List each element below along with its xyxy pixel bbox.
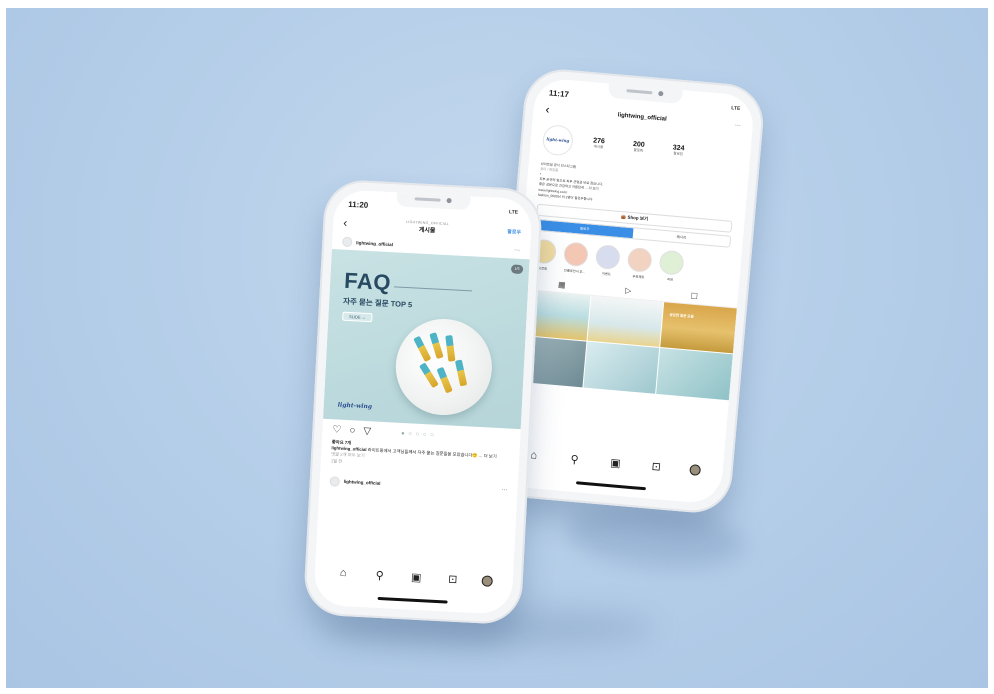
- bottom-tab-bar: ⌂ ⚲ ▣ ⊡: [502, 439, 724, 485]
- grid-post[interactable]: [656, 348, 733, 400]
- product-plate: [393, 316, 495, 418]
- faq-subheadline: 자주 묻는 질문 TOP 5: [342, 296, 413, 310]
- highlight-cover: [563, 241, 590, 268]
- grid-post[interactable]: [587, 295, 664, 348]
- back-arrow-icon[interactable]: ‹: [545, 102, 550, 116]
- divider: [393, 286, 472, 292]
- product-mockup-scene: 11:17 LTE ‹ lightwing_official ··· light…: [6, 8, 988, 688]
- carousel-pager: ● ○ ○ ○ ○: [400, 430, 435, 439]
- stat-following-label: 팔로잉: [673, 151, 684, 157]
- stat-posts[interactable]: 276 게시물: [584, 137, 613, 151]
- profile-avatar[interactable]: light-wing: [541, 124, 575, 157]
- ampoule-bottle: [429, 332, 444, 360]
- brand-logo: light-wing: [337, 401, 373, 411]
- shop-icon[interactable]: ⊡: [648, 459, 665, 473]
- highlight-cover: [594, 243, 621, 270]
- highlight-cover: [658, 249, 685, 276]
- home-indicator: [575, 481, 646, 491]
- grid-post-text: 궁금한 질문 모음: [669, 312, 695, 319]
- back-phone-screen: 11:17 LTE ‹ lightwing_official ··· light…: [500, 77, 756, 505]
- highlight-item[interactable]: 이벤트: [593, 243, 622, 277]
- post-nav-titles: LIGHTWING_OFFICIAL 게시물: [405, 219, 449, 234]
- share-icon[interactable]: ▽: [363, 426, 371, 437]
- grid-icon[interactable]: ▦: [558, 280, 566, 290]
- profile-tab-avatar[interactable]: [481, 574, 493, 587]
- highlight-item[interactable]: 무료체험: [625, 246, 654, 280]
- status-time: 11:17: [548, 87, 570, 99]
- highlight-label: 이벤트: [601, 271, 611, 277]
- highlight-item[interactable]: 리뷰: [657, 249, 686, 282]
- reels-icon[interactable]: ▣: [607, 455, 624, 470]
- ampoule-bottle: [419, 362, 439, 389]
- faq-headline: FAQ: [343, 267, 392, 296]
- reels-icon[interactable]: ▷: [625, 286, 632, 296]
- heart-icon[interactable]: ♡: [332, 424, 342, 435]
- more-icon[interactable]: ···: [735, 123, 742, 130]
- post-grid: 궁금한 질문 모음: [509, 289, 737, 400]
- post-avatar[interactable]: [342, 236, 353, 248]
- follow-button[interactable]: 팔로우: [507, 228, 521, 236]
- reels-icon[interactable]: ▣: [408, 570, 425, 584]
- front-phone: 11:20 LTE ‹ LIGHTWING_OFFICIAL 게시물 팔로우 l…: [302, 178, 544, 626]
- back-phone-shadow: [563, 500, 749, 576]
- post-avatar[interactable]: [329, 476, 340, 487]
- ampoule-bottle: [445, 335, 456, 362]
- highlight-cover: [626, 246, 653, 273]
- search-icon[interactable]: ⚲: [371, 568, 388, 582]
- signal-indicator: LTE: [730, 105, 741, 113]
- shop-icon[interactable]: ⊡: [445, 572, 462, 586]
- post-username[interactable]: lightwing_official: [344, 479, 498, 492]
- ampoule-bottle: [413, 335, 432, 363]
- grid-post[interactable]: [583, 341, 660, 394]
- stat-posts-label: 게시물: [593, 144, 604, 150]
- highlight-item[interactable]: 인플루언서 후...: [561, 241, 590, 274]
- grid-post[interactable]: 궁금한 질문 모음: [660, 301, 737, 354]
- more-icon[interactable]: ···: [501, 487, 507, 493]
- profile-tab-avatar[interactable]: [688, 463, 701, 476]
- comment-icon[interactable]: ○: [349, 425, 356, 436]
- search-icon[interactable]: ⚲: [566, 452, 583, 466]
- tagged-icon[interactable]: ☐: [690, 291, 698, 301]
- stat-following[interactable]: 324 팔로잉: [664, 144, 693, 158]
- ampoule-bottle: [454, 359, 468, 387]
- highlight-label: 인플루언서 후...: [563, 268, 586, 274]
- signal-indicator: LTE: [508, 209, 519, 216]
- front-phone-screen: 11:20 LTE ‹ LIGHTWING_OFFICIAL 게시물 팔로우 l…: [313, 189, 533, 615]
- status-time: 11:20: [348, 199, 369, 210]
- back-arrow-icon[interactable]: ‹: [343, 216, 348, 230]
- post-image[interactable]: 1/5 FAQ 자주 묻는 질문 TOP 5 SLIDE → light-win…: [322, 249, 530, 430]
- slide-button: SLIDE →: [342, 311, 373, 323]
- more-icon[interactable]: ···: [514, 248, 520, 254]
- highlight-label: 무료체험: [632, 274, 645, 280]
- slide-counter: 1/5: [510, 264, 524, 275]
- stat-followers[interactable]: 200 팔로워: [624, 140, 653, 154]
- stat-followers-label: 팔로워: [633, 147, 644, 153]
- highlight-label: 리뷰: [667, 277, 674, 282]
- ampoule-bottle: [436, 366, 453, 394]
- home-indicator: [377, 596, 448, 604]
- bottom-tab-bar: ⌂ ⚲ ▣ ⊡: [314, 558, 514, 595]
- likes-text: 좋아요 7개: [331, 439, 352, 446]
- home-icon[interactable]: ⌂: [335, 567, 352, 580]
